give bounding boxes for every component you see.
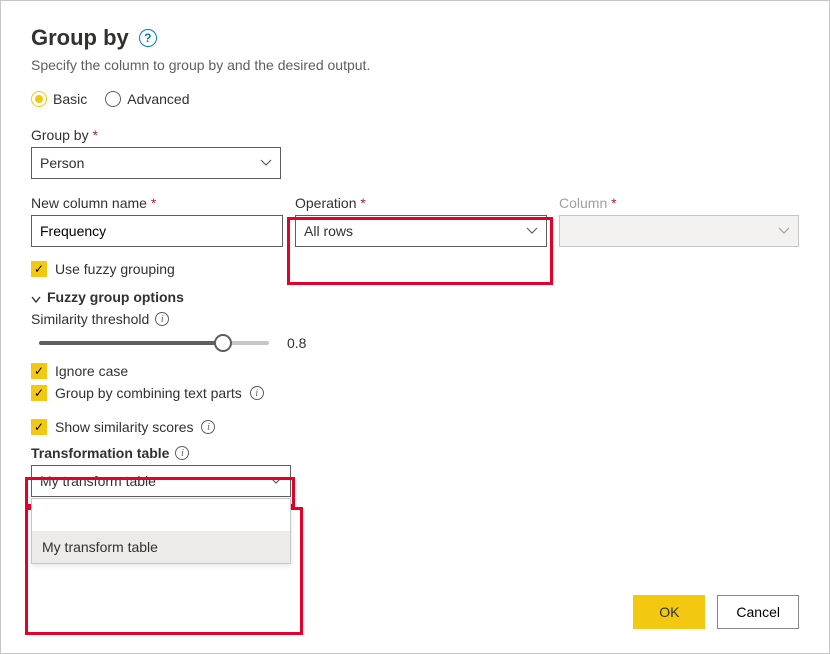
aggregation-row: New column name * Operation * All rows C… (31, 195, 799, 247)
threshold-label: Similarity threshold (31, 311, 149, 327)
column-select (559, 215, 799, 247)
chevron-down-icon (778, 225, 790, 237)
combine-parts-label: Group by combining text parts (55, 385, 242, 401)
checkmark-icon: ✓ (31, 261, 47, 277)
operation-value: All rows (304, 223, 353, 239)
threshold-slider[interactable] (39, 333, 269, 353)
radio-empty-icon (105, 91, 121, 107)
ok-button[interactable]: OK (633, 595, 705, 629)
slider-thumb[interactable] (214, 334, 232, 352)
use-fuzzy-checkbox[interactable]: ✓ Use fuzzy grouping (31, 261, 799, 277)
new-column-label: New column name * (31, 195, 283, 211)
info-icon[interactable]: i (155, 312, 169, 326)
checkmark-icon: ✓ (31, 419, 47, 435)
column-label: Column * (559, 195, 799, 211)
radio-basic[interactable]: Basic (31, 91, 87, 107)
chevron-down-icon (270, 475, 282, 487)
operation-select[interactable]: All rows (295, 215, 547, 247)
group-by-dialog: Group by ? Specify the column to group b… (0, 0, 830, 654)
chevron-down-icon (260, 157, 272, 169)
trans-table-dropdown: My transform table (31, 498, 291, 564)
trans-table-select[interactable]: My transform table (31, 465, 291, 497)
dropdown-item-my-transform[interactable]: My transform table (32, 531, 290, 563)
threshold-value: 0.8 (287, 335, 306, 351)
dialog-title: Group by (31, 25, 129, 51)
chevron-down-icon (31, 292, 41, 302)
checkmark-icon: ✓ (31, 363, 47, 379)
help-icon[interactable]: ? (139, 29, 157, 47)
ignore-case-label: Ignore case (55, 363, 128, 379)
info-icon[interactable]: i (175, 446, 189, 460)
slider-fill (39, 341, 223, 345)
radio-basic-label: Basic (53, 91, 87, 107)
radio-advanced-label: Advanced (127, 91, 189, 107)
cancel-button[interactable]: Cancel (717, 595, 799, 629)
group-by-value: Person (40, 155, 84, 171)
info-icon[interactable]: i (201, 420, 215, 434)
use-fuzzy-label: Use fuzzy grouping (55, 261, 175, 277)
fuzzy-options-label: Fuzzy group options (47, 289, 184, 305)
radio-dot-icon (31, 91, 47, 107)
ignore-case-checkbox[interactable]: ✓ Ignore case (31, 363, 799, 379)
checkmark-icon: ✓ (31, 385, 47, 401)
combine-parts-checkbox[interactable]: ✓ Group by combining text parts i (31, 385, 799, 401)
chevron-down-icon (526, 225, 538, 237)
show-scores-label: Show similarity scores (55, 419, 193, 435)
dropdown-item-blank[interactable] (32, 499, 290, 531)
group-by-label: Group by * (31, 127, 281, 143)
operation-label: Operation * (295, 195, 547, 211)
mode-radio-group: Basic Advanced (31, 91, 799, 107)
group-by-select[interactable]: Person (31, 147, 281, 179)
fuzzy-options-toggle[interactable]: Fuzzy group options (31, 289, 799, 305)
dialog-subtitle: Specify the column to group by and the d… (31, 57, 799, 73)
radio-advanced[interactable]: Advanced (105, 91, 189, 107)
info-icon[interactable]: i (250, 386, 264, 400)
show-scores-checkbox[interactable]: ✓ Show similarity scores i (31, 419, 799, 435)
trans-table-label: Transformation table (31, 445, 169, 461)
trans-table-value: My transform table (40, 473, 156, 489)
new-column-input[interactable] (31, 215, 283, 247)
